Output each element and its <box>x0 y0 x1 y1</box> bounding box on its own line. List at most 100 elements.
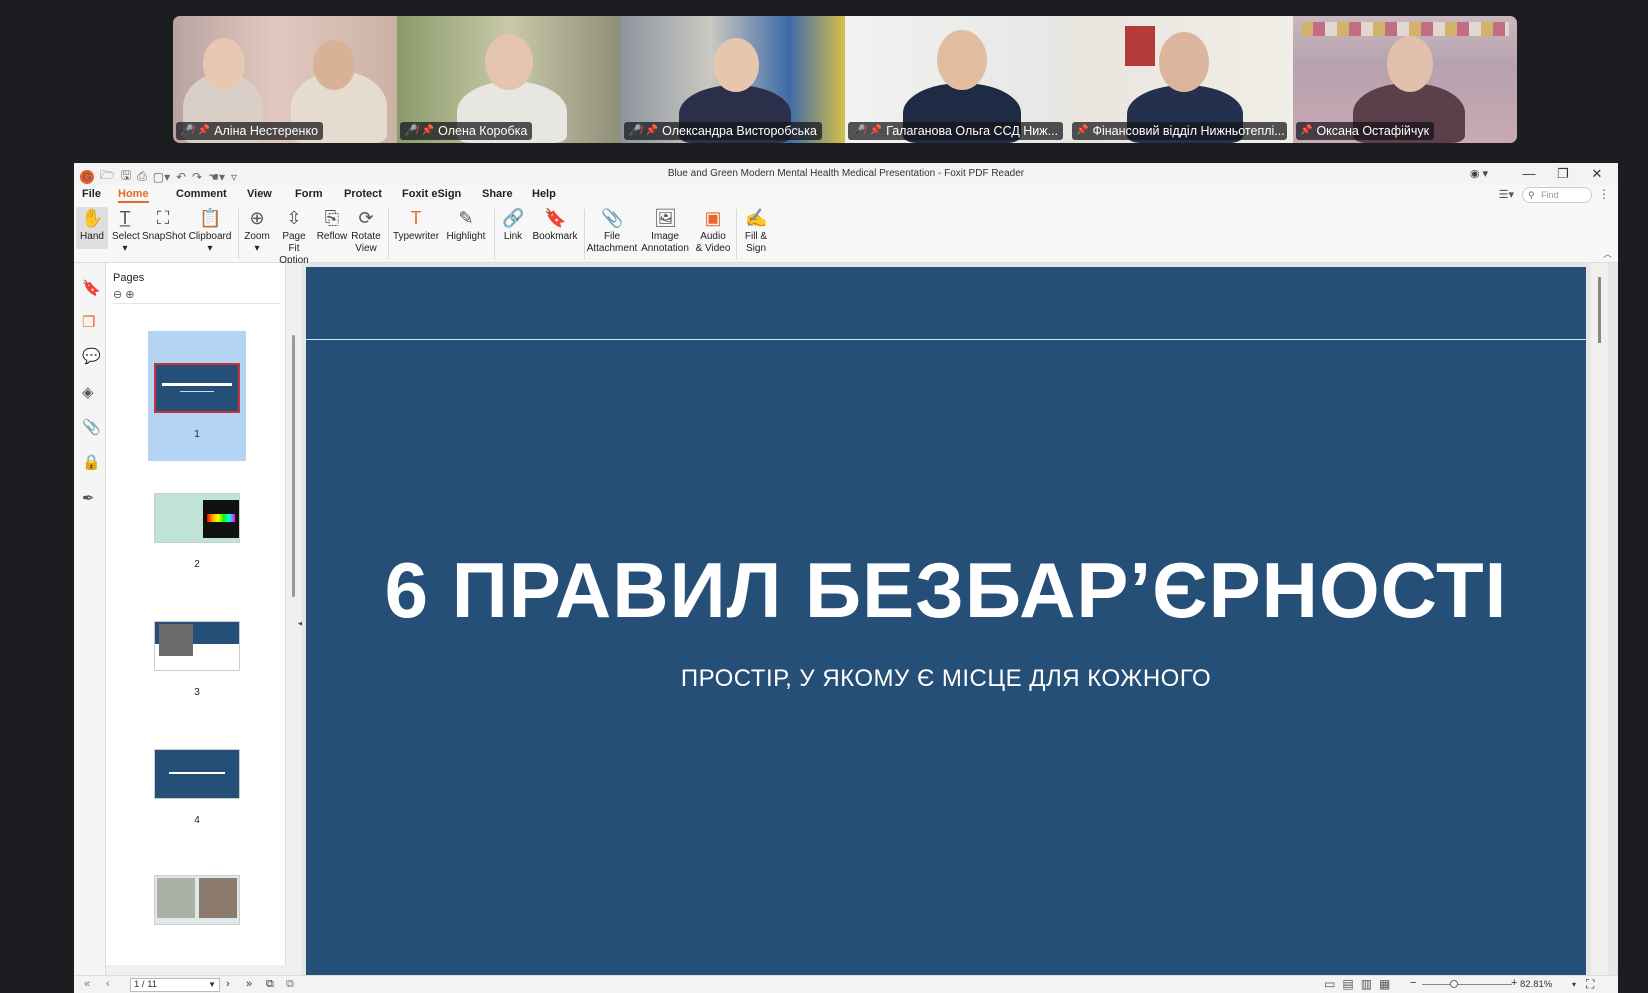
participant-name-tag: 🎤̸ 📌 Олександра Висторобська <box>624 122 822 140</box>
fullscreen-icon[interactable]: ⛶ <box>1586 977 1594 992</box>
panel-divider <box>113 303 281 304</box>
bookmark-button[interactable]: 🔖 Bookmark <box>532 207 578 243</box>
snapshot-button[interactable]: ⛶ SnapShot <box>142 207 186 243</box>
next-page-button[interactable]: › <box>226 978 230 990</box>
pages-panel-title: Pages <box>113 272 145 284</box>
more-options-icon[interactable]: ⋮ <box>1598 187 1610 201</box>
signature-panel-icon[interactable]: ✒ <box>82 489 95 507</box>
tab-home[interactable]: Home <box>118 188 149 203</box>
window-title: Blue and Green Modern Mental Health Medi… <box>667 168 1025 179</box>
tab-help[interactable]: Help <box>532 188 556 200</box>
image-annotation-button[interactable]: 🖼 Image Annotation <box>640 207 690 255</box>
attachments-panel-icon[interactable]: 📎 <box>82 418 101 436</box>
page-thumbnail-3[interactable]: 3 <box>148 621 246 698</box>
tab-comment[interactable]: Comment <box>176 188 227 200</box>
zoom-in-thumbnail-icon[interactable]: ⊕ <box>125 289 134 301</box>
file-attachment-icon: 📎 <box>601 208 624 228</box>
zoom-icon: ⊕ <box>249 208 265 228</box>
previous-page-button[interactable]: ‹ <box>106 978 110 990</box>
highlight-icon: ✎ <box>458 208 474 228</box>
typewriter-button[interactable]: T Typewriter <box>392 207 440 243</box>
file-attachment-button[interactable]: 📎 File Attachment <box>586 207 638 255</box>
page-number-input[interactable]: 1 / 11 ▼ <box>130 978 220 992</box>
zoom-slider-track[interactable] <box>1422 984 1512 985</box>
tab-foxit-esign[interactable]: Foxit eSign <box>402 188 461 200</box>
zoom-slider-handle[interactable] <box>1450 980 1458 988</box>
page-thumbnail-1[interactable]: 1 <box>148 331 246 461</box>
zoom-level-field[interactable]: 82.81% ▾ <box>1520 978 1578 992</box>
document-view[interactable]: 6 ПРАВИЛ БЕЗБАР’ЄРНОСТІ ПРОСТІР, У ЯКОМУ… <box>302 263 1618 975</box>
participant-tile[interactable]: 🎤̸ 📌 Олена Коробка <box>397 16 621 143</box>
reflow-icon: ⎘ <box>324 208 340 228</box>
tab-share[interactable]: Share <box>482 188 513 200</box>
participant-tile[interactable]: 🎤̸ 📌 Олександра Висторобська <box>621 16 845 143</box>
ribbon-separator <box>584 209 585 259</box>
participant-name-tag: 📌 Фінансовий відділ Нижньотеплі... <box>1072 122 1287 140</box>
zoom-out-thumbnail-icon[interactable]: ⊖ <box>113 289 122 301</box>
first-page-button[interactable]: « <box>84 978 90 990</box>
single-page-icon[interactable]: ▭ <box>1324 977 1335 991</box>
thumbnail-image <box>154 875 240 925</box>
reflow-button[interactable]: ⎘ Reflow <box>316 207 348 243</box>
next-view-icon[interactable]: ⧉ <box>286 978 294 991</box>
participant-tile-active-speaker[interactable]: 📌 Фінансовий відділ Нижньотеплі... <box>1069 16 1293 143</box>
page-thumbnail-5[interactable] <box>148 875 246 925</box>
restore-button[interactable]: ❐ <box>1546 163 1580 185</box>
continuous-facing-icon[interactable]: ▦ <box>1379 977 1390 991</box>
previous-view-icon[interactable]: ⧉ <box>266 978 274 991</box>
rotate-view-button[interactable]: ⟳ Rotate View <box>350 207 382 255</box>
thumbnail-image <box>154 363 240 413</box>
find-input[interactable]: ⚲ Find <box>1522 187 1592 203</box>
ribbon-separator <box>388 209 389 259</box>
tab-view[interactable]: View <box>247 188 272 200</box>
participant-name-tag: 🎤̸ 📌 Галаганова Ольга ССД Ниж... <box>848 122 1063 140</box>
page-thumbnail-4[interactable]: 4 <box>148 749 246 826</box>
document-scrollbar[interactable] <box>1591 263 1608 975</box>
participant-tile[interactable]: 🎤̸ 📌 Галаганова Ольга ССД Ниж... <box>845 16 1069 143</box>
continuous-page-icon[interactable]: ▤ <box>1342 977 1353 991</box>
wall-calendar <box>1125 26 1155 66</box>
highlight-button[interactable]: ✎ Highlight <box>444 207 488 243</box>
bookmark-icon: 🔖 <box>544 208 567 228</box>
audio-video-button[interactable]: ▣ Audio & Video <box>694 207 732 255</box>
zoom-in-button[interactable]: + <box>1511 977 1517 989</box>
chevron-down-icon: ▼ <box>208 980 216 989</box>
page-thumbnail-2[interactable]: 2 <box>148 493 246 570</box>
zoom-button[interactable]: ⊕ Zoom ▾ <box>242 207 272 255</box>
participant-tile[interactable]: 🎤̸ 📌 Аліна Нестеренко <box>173 16 397 143</box>
close-button[interactable]: ✕ <box>1580 163 1614 185</box>
collapse-ribbon-icon[interactable]: ︿ <box>1603 247 1612 260</box>
pages-panel-icon[interactable]: ❐ <box>82 313 95 331</box>
tab-file[interactable]: File <box>82 188 101 200</box>
pin-icon: 📌 <box>421 125 435 136</box>
participants-strip: 🎤̸ 📌 Аліна Нестеренко 🎤̸ 📌 Олена Коробка… <box>173 16 1519 143</box>
bookmarks-panel-icon[interactable]: 🔖 <box>82 279 101 297</box>
last-page-button[interactable]: » <box>246 978 252 990</box>
page-thumbnail-tools: ⊖ ⊕ <box>113 288 135 301</box>
participant-tile[interactable]: 📌 Оксана Остафійчук <box>1293 16 1517 143</box>
select-tool-button[interactable]: T̲ Select ▾ <box>112 207 140 255</box>
image-icon: 🖼 <box>654 208 677 228</box>
pin-icon: 📌 <box>869 125 883 136</box>
fill-sign-button[interactable]: ✍ Fill & Sign <box>740 207 772 255</box>
search-options-icon[interactable]: ☰▾ <box>1499 188 1514 201</box>
minimize-button[interactable]: — <box>1512 163 1546 185</box>
account-icon[interactable]: ◉ ▾ <box>1470 167 1488 180</box>
clipboard-button[interactable]: 📋 Clipboard ▾ <box>188 207 232 255</box>
security-panel-icon[interactable]: 🔒 <box>82 453 101 471</box>
tab-protect[interactable]: Protect <box>344 188 382 200</box>
link-button[interactable]: 🔗 Link <box>498 207 528 243</box>
ribbon-separator <box>736 209 737 259</box>
chevron-down-icon: ▾ <box>1571 980 1576 989</box>
comments-panel-icon[interactable]: 💬 <box>82 347 101 365</box>
clipboard-icon: 📋 <box>199 208 222 228</box>
tab-form[interactable]: Form <box>295 188 323 200</box>
hand-tool-button[interactable]: ✋ Hand <box>76 207 108 249</box>
page-fit-option-button[interactable]: ⇳ Page Fit Option <box>276 207 312 267</box>
zoom-out-button[interactable]: − <box>1410 977 1416 989</box>
horizontal-scrollbar[interactable] <box>106 965 286 975</box>
facing-page-icon[interactable]: ▥ <box>1361 977 1372 991</box>
layers-panel-icon[interactable]: ◈ <box>82 383 94 401</box>
curtain-decoration <box>1301 22 1509 36</box>
navigation-pane-bar: 🔖 ❐ 💬 ◈ 📎 🔒 ✒ <box>74 263 106 975</box>
